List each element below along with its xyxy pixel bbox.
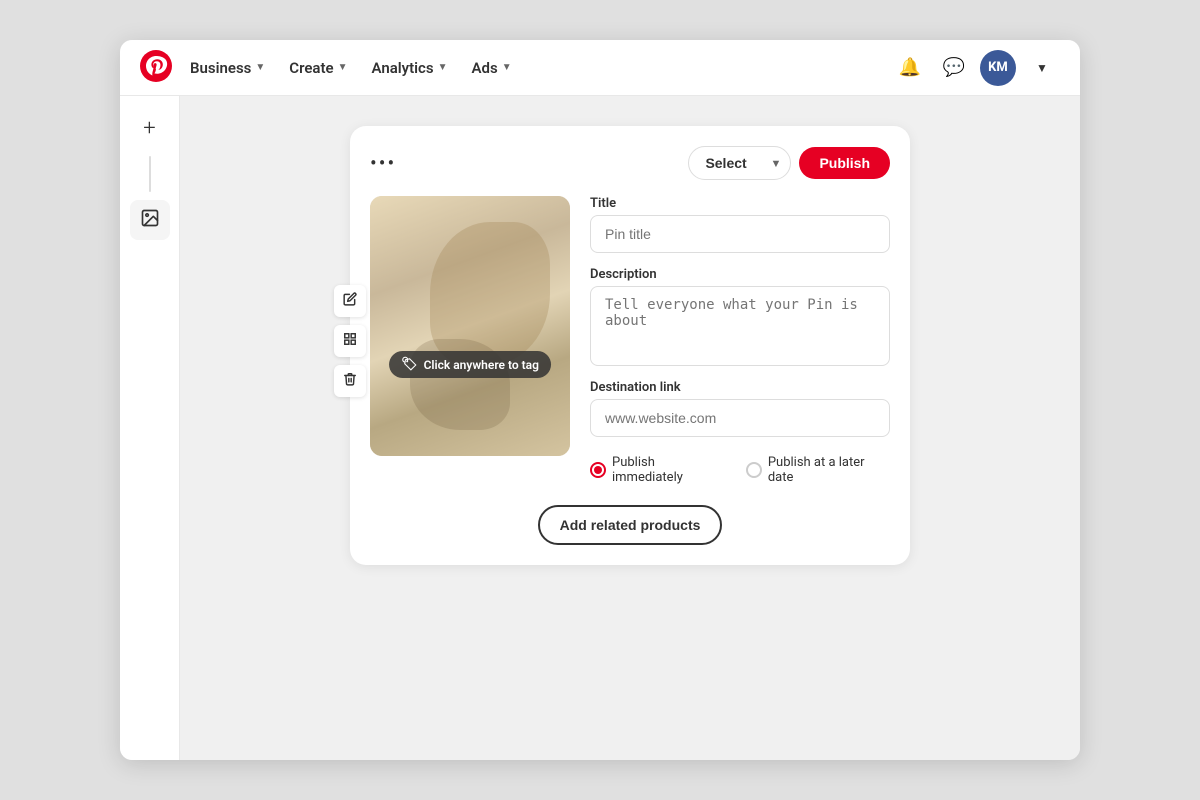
card-actions: Select Board 1 Board 2 Board 3 ▼ Publish [688, 146, 890, 180]
pin-creator-card: ••• Select Board 1 Board 2 Board 3 ▼ Pub… [350, 126, 910, 565]
ads-chevron-icon: ▼ [502, 62, 512, 73]
chat-icon: 💬 [943, 57, 965, 78]
messages-button[interactable]: 💬 [936, 50, 972, 86]
notifications-button[interactable]: 🔔 [892, 50, 928, 86]
account-chevron-icon: ▼ [1036, 61, 1048, 75]
nav-menu: Business ▼ Create ▼ Analytics ▼ Ads ▼ [180, 53, 884, 83]
nav-right: 🔔 💬 KM ▼ [892, 50, 1060, 86]
image-section: 🏷 Click anywhere to tag [370, 196, 570, 485]
destination-group: Destination link [590, 380, 890, 437]
publish-later-radio[interactable] [746, 462, 762, 478]
publish-immediately-radio[interactable] [590, 462, 606, 478]
analytics-chevron-icon: ▼ [438, 62, 448, 73]
bell-icon: 🔔 [899, 57, 921, 78]
description-group: Description [590, 267, 890, 366]
card-header: ••• Select Board 1 Board 2 Board 3 ▼ Pub… [370, 146, 890, 180]
add-products-button[interactable]: Add related products [538, 505, 723, 545]
edit-tools [334, 285, 366, 397]
more-options-button[interactable]: ••• [370, 151, 396, 175]
publish-button[interactable]: Publish [799, 147, 890, 179]
image-icon [140, 208, 160, 233]
destination-label: Destination link [590, 380, 890, 395]
board-select-wrapper: Select Board 1 Board 2 Board 3 ▼ [688, 146, 791, 180]
nav-analytics[interactable]: Analytics ▼ [362, 53, 458, 83]
pin-image-visual [370, 196, 570, 456]
nav-ads[interactable]: Ads ▼ [462, 53, 522, 83]
nav-create[interactable]: Create ▼ [279, 53, 357, 83]
pin-image[interactable]: 🏷 Click anywhere to tag [370, 196, 570, 456]
grid-button[interactable] [334, 325, 366, 357]
business-chevron-icon: ▼ [255, 62, 265, 73]
form-section: Title Description Destination link [590, 196, 890, 485]
sidebar-divider [149, 156, 151, 192]
title-group: Title [590, 196, 890, 253]
nav-business[interactable]: Business ▼ [180, 53, 275, 83]
title-label: Title [590, 196, 890, 211]
destination-input[interactable] [590, 399, 890, 437]
description-input[interactable] [590, 286, 890, 366]
publish-later-option[interactable]: Publish at a later date [746, 455, 890, 485]
grid-icon [343, 332, 357, 350]
sidebar-add-button[interactable]: + [130, 108, 170, 148]
edit-pencil-button[interactable] [334, 285, 366, 317]
tag-icon: 🏷 [401, 357, 418, 372]
navbar: Business ▼ Create ▼ Analytics ▼ Ads ▼ 🔔 … [120, 40, 1080, 96]
delete-button[interactable] [334, 365, 366, 397]
account-chevron-button[interactable]: ▼ [1024, 50, 1060, 86]
title-input[interactable] [590, 215, 890, 253]
sidebar: + [120, 96, 180, 760]
board-select[interactable]: Select Board 1 Board 2 Board 3 [688, 146, 791, 180]
user-avatar[interactable]: KM [980, 50, 1016, 86]
trash-icon [343, 372, 357, 390]
plus-icon: + [143, 116, 155, 141]
main-content: + ••• [120, 96, 1080, 760]
page-area: ••• Select Board 1 Board 2 Board 3 ▼ Pub… [180, 96, 1080, 760]
tag-tooltip[interactable]: 🏷 Click anywhere to tag [389, 351, 551, 378]
card-footer: Add related products [370, 505, 890, 545]
sidebar-image-button[interactable] [130, 200, 170, 240]
description-label: Description [590, 267, 890, 282]
publish-options: Publish immediately Publish at a later d… [590, 455, 890, 485]
publish-immediately-option[interactable]: Publish immediately [590, 455, 726, 485]
card-body: 🏷 Click anywhere to tag Title [370, 196, 890, 485]
pencil-icon [343, 292, 357, 310]
pinterest-logo[interactable] [140, 50, 172, 86]
create-chevron-icon: ▼ [338, 62, 348, 73]
